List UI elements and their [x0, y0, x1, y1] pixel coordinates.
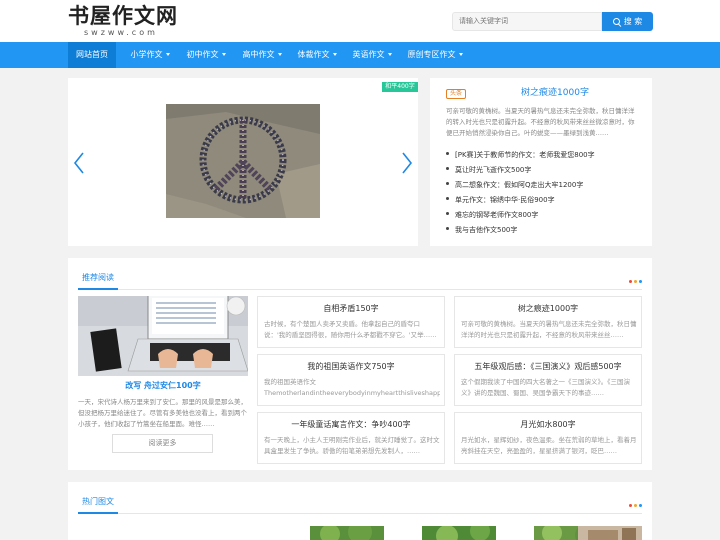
card-title[interactable]: 树之痕迹1000字 — [455, 304, 641, 314]
article-card[interactable]: 我的祖国英语作文750字 我的祖国英语作文 Themotherlandinthe… — [257, 354, 445, 406]
nav-item-label: 小学作文 — [130, 50, 163, 59]
chevron-right-icon[interactable] — [401, 152, 413, 174]
list-item[interactable]: 高二想象作文：假如阿Q走出大牢1200字 — [446, 178, 638, 193]
nav-item-label: 体裁作文 — [297, 50, 330, 59]
card-title[interactable]: 月光如水800字 — [455, 420, 641, 430]
card-desc: 月光如水，星辉如纱，夜色温柔。坐在荒弱的草地上，看着月亮斜挂在天空，亮盈盈的，星… — [461, 436, 637, 455]
card-title[interactable]: 自相矛盾150字 — [258, 304, 444, 314]
dots-icon — [627, 500, 642, 509]
logo-domain: swzww.com — [84, 28, 158, 37]
hot-thumbnail[interactable] — [310, 526, 384, 540]
headline-title[interactable]: 树之痕迹1000字 — [470, 87, 640, 99]
caret-down-icon — [277, 53, 282, 56]
thumbnail-image — [310, 526, 384, 540]
search-icon — [612, 18, 620, 25]
article-card[interactable]: 自相矛盾150字 古时候，有个楚国人卖矛又卖盾。他拿起自己的盾夸口说：'我的盾坚… — [257, 296, 445, 348]
article-card[interactable]: 月光如水800字 月光如水，星辉如纱，夜色温柔。坐在荒弱的草地上，看着月亮斜挂在… — [454, 412, 642, 464]
article-card[interactable]: 树之痕迹1000字 可亲可敬的黄桷树。当夏天的暑热气息还未完全弥散，秋日慵洋洋的… — [454, 296, 642, 348]
nav-item-label: 初中作文 — [186, 50, 219, 59]
nav-high-school[interactable]: 高中作文 — [236, 42, 288, 68]
section-header: 热门图文 — [78, 492, 642, 514]
article-card[interactable]: 五年级观后感：《三国演义》观后感500字 这个假期我读了中国的四大名著之一《三国… — [454, 354, 642, 406]
list-item[interactable]: 我与吉他作文500字 — [446, 223, 638, 238]
search-button-label: 搜 索 — [623, 17, 643, 26]
list-item[interactable]: 莫让时光飞逝作文500字 — [446, 163, 638, 178]
card-desc: 我的祖国英语作文 Themotherlandintheeverybodyinmy… — [264, 378, 440, 397]
section-header: 推荐阅读 — [78, 268, 642, 290]
nav-item-label: 英语作文 — [352, 50, 385, 59]
laptop-photo — [78, 296, 248, 376]
site-logo[interactable]: 书屋作文网 swzww.com — [68, 3, 178, 37]
search-button[interactable]: 搜 索 — [602, 12, 653, 31]
headline-badge: 头条 — [446, 89, 467, 99]
thumbnail-image — [578, 526, 642, 540]
main-nav: 网站首页 小学作文 初中作文 高中作文 体裁作文 英语作文 原创专区作文 — [0, 42, 720, 68]
caret-down-icon — [332, 53, 337, 56]
card-desc: 古时候，有个楚国人卖矛又卖盾。他拿起自己的盾夸口说：'我的盾坚固得很，随你用什么… — [264, 320, 437, 339]
read-more-button[interactable]: 阅读更多 — [112, 434, 213, 453]
logo-title[interactable]: 书屋作文网 — [68, 3, 178, 29]
section-title[interactable]: 推荐阅读 — [78, 268, 118, 290]
caret-down-icon — [458, 53, 463, 56]
caret-down-icon — [221, 53, 226, 56]
card-desc: 可亲可敬的黄桷树。当夏天的暑热气息还未完全弥散，秋日慵洋洋的时光也只是初露升起，… — [461, 320, 637, 339]
chevron-left-icon[interactable] — [73, 152, 85, 174]
section-title[interactable]: 热门图文 — [78, 492, 118, 514]
nav-genre[interactable]: 体裁作文 — [291, 42, 343, 68]
featured-desc: 一天，宋代诗人杨万里来到了安仁。那里的风景是那么美，但没把杨万里给迷住了。尽管有… — [78, 398, 247, 428]
featured-image[interactable] — [78, 296, 248, 376]
hot-images-section: 热门图文 — [68, 482, 652, 540]
caret-down-icon — [387, 53, 392, 56]
nav-item-label: 原创专区作文 — [407, 50, 456, 59]
card-title[interactable]: 五年级观后感：《三国演义》观后感500字 — [455, 362, 641, 372]
image-slider: 和平400字 — [68, 78, 418, 246]
search-input[interactable] — [452, 12, 602, 31]
thumbnail-image — [422, 526, 496, 540]
list-item[interactable]: [PK赛]关于教师节的作文：老师我爱您800字 — [446, 148, 638, 163]
article-card[interactable]: 一年级童话寓言作文：争吵400字 有一天晚上，小主人王明刚完作业后，就关灯睡觉了… — [257, 412, 445, 464]
card-desc: 有一天晚上，小主人王明刚完作业后，就关灯睡觉了。这时文具盒里发生了争执。骄傲的铅… — [264, 436, 440, 455]
nav-english[interactable]: 英语作文 — [346, 42, 398, 68]
recommend-section: 推荐阅读 推荐 改写 舟过安仁100字 一天，宋代诗人杨万里来到了安仁。那里的风… — [68, 258, 652, 470]
card-title[interactable]: 一年级童话寓言作文：争吵400字 — [258, 420, 444, 430]
nav-home[interactable]: 网站首页 — [68, 42, 116, 68]
peace-sign-photo — [166, 104, 320, 218]
headline-panel: 头条 树之痕迹1000字 可亲可敬的黄桷树。当夏天的暑热气息还未完全弥散，秋日慵… — [430, 78, 652, 246]
card-title[interactable]: 我的祖国英语作文750字 — [258, 362, 444, 372]
caret-down-icon — [165, 53, 170, 56]
slide-tag: 和平400字 — [382, 82, 418, 92]
nav-middle-school[interactable]: 初中作文 — [180, 42, 232, 68]
headline-desc: 可亲可敬的黄桷树。当夏天的暑热气息还未完全弥散，秋日慵洋洋的转入时光也只是初露升… — [446, 107, 635, 137]
list-item[interactable]: 难忘的钢琴老师作文800字 — [446, 208, 638, 223]
featured-title[interactable]: 改写 舟过安仁100字 — [78, 380, 248, 392]
nav-item-label: 高中作文 — [242, 50, 275, 59]
list-item[interactable]: 单元作文：锦绣中华·民俗900字 — [446, 193, 638, 208]
hot-thumbnail[interactable] — [422, 526, 496, 540]
dots-icon — [627, 276, 642, 285]
hot-thumbnail[interactable] — [578, 526, 642, 540]
site-header: 书屋作文网 swzww.com 搜 索 — [0, 0, 720, 42]
nav-primary-school[interactable]: 小学作文 — [124, 42, 176, 68]
nav-original[interactable]: 原创专区作文 — [402, 42, 468, 68]
slide-image[interactable] — [166, 104, 320, 218]
headline-list: [PK赛]关于教师节的作文：老师我爱您800字 莫让时光飞逝作文500字 高二想… — [446, 148, 638, 238]
nav-item-label: 网站首页 — [76, 50, 108, 59]
card-desc: 这个假期我读了中国的四大名著之一《三国演义》。《三国演义》讲的是魏国、蜀国、吴国… — [461, 378, 630, 397]
